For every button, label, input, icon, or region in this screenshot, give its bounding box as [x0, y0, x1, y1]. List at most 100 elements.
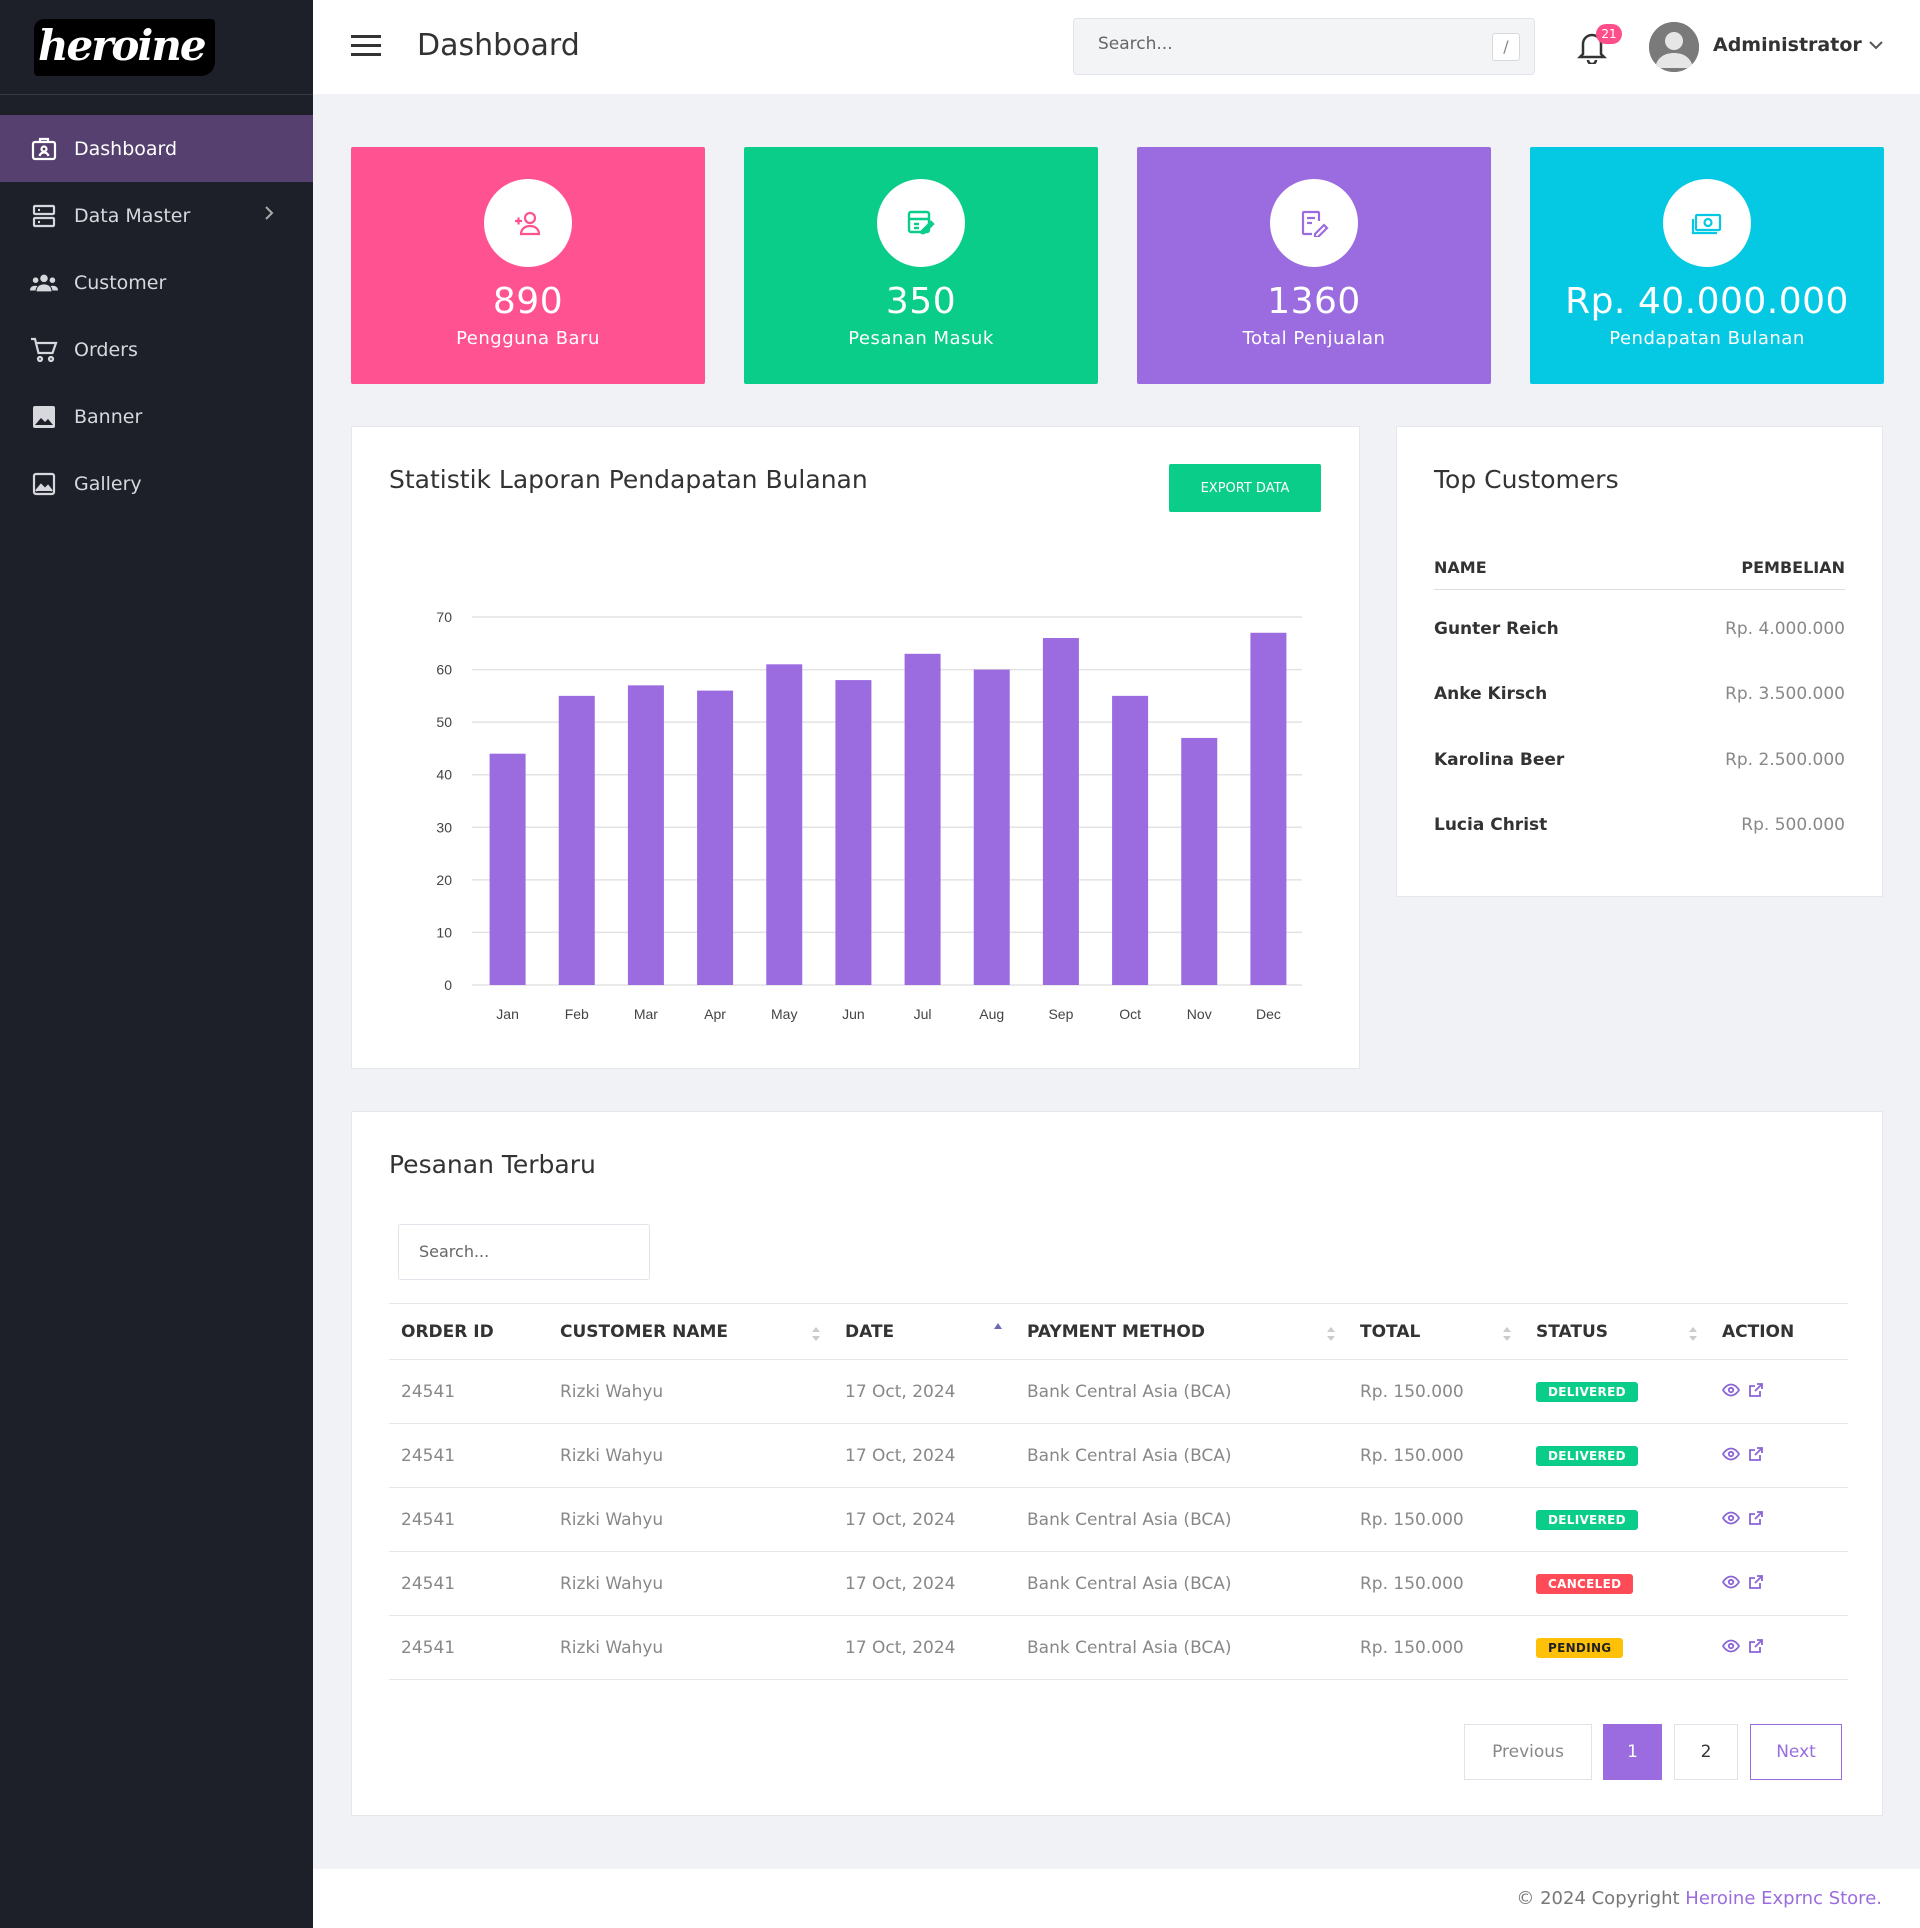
bar-may[interactable]	[766, 664, 803, 985]
logo[interactable]: heroine	[34, 18, 215, 76]
x-tick-label: Jul	[914, 1006, 932, 1022]
sidebar-item-data-master[interactable]: Data Master	[0, 182, 313, 249]
bar-aug[interactable]	[973, 669, 1010, 985]
order-total: Rp. 150.000	[1348, 1359, 1524, 1424]
x-tick-label: Mar	[634, 1006, 658, 1022]
action-cell	[1710, 1615, 1848, 1680]
user-name[interactable]: Administrator	[1713, 34, 1862, 56]
order-id: 24541	[389, 1359, 548, 1424]
footer-copyright: © 2024 Copyright Heroine Exprnc Store.	[1516, 1888, 1882, 1909]
customer-name: Rizki Wahyu	[548, 1359, 833, 1424]
order-date: 17 Oct, 2024	[833, 1423, 1015, 1488]
search-input[interactable]	[1098, 34, 1478, 54]
sidebar-item-banner[interactable]: Banner	[0, 383, 313, 450]
orders-table: ORDER ID CUSTOMER NAME DATE PAYMENT METH…	[389, 1303, 1848, 1680]
order-id: 24541	[389, 1423, 548, 1488]
table-row: 24541 Rizki Wahyu 17 Oct, 2024 Bank Central…	[389, 1487, 1848, 1552]
th-status[interactable]: STATUS	[1524, 1303, 1710, 1360]
chevron-down-icon[interactable]	[1868, 36, 1884, 55]
chevron-right-icon	[263, 204, 275, 227]
bar-dec[interactable]	[1250, 632, 1287, 985]
footer: © 2024 Copyright Heroine Exprnc Store.	[313, 1869, 1920, 1928]
stat-value: 1360	[1267, 281, 1361, 322]
customer-name: Anke Kirsch	[1434, 684, 1548, 704]
customer-row: Karolina Beer Rp. 2.500.000	[1434, 750, 1845, 780]
sort-icon[interactable]	[1326, 1326, 1336, 1342]
y-tick-label: 30	[436, 819, 452, 835]
export-data-button[interactable]: EXPORT DATA	[1169, 464, 1321, 512]
x-tick-label: Oct	[1119, 1006, 1141, 1022]
hamburger-menu-icon[interactable]	[351, 34, 381, 58]
orders-search	[398, 1224, 650, 1280]
sidebar-item-customer[interactable]: Customer	[0, 249, 313, 316]
bar-jan[interactable]	[489, 753, 526, 985]
y-tick-label: 60	[436, 662, 452, 678]
sidebar-item-gallery[interactable]: Gallery	[0, 450, 313, 517]
order-total: Rp. 150.000	[1348, 1487, 1524, 1552]
external-link-icon[interactable]	[1748, 1446, 1764, 1462]
order-date: 17 Oct, 2024	[833, 1487, 1015, 1552]
sidebar-item-dashboard[interactable]: Dashboard	[0, 115, 313, 182]
status-cell: CANCELED	[1524, 1551, 1710, 1616]
eye-icon[interactable]	[1722, 1511, 1740, 1525]
eye-icon[interactable]	[1722, 1447, 1740, 1461]
orders-search-input[interactable]	[419, 1242, 639, 1261]
external-link-icon[interactable]	[1748, 1638, 1764, 1654]
th-customer-name[interactable]: CUSTOMER NAME	[548, 1303, 833, 1360]
copyright-text: © 2024 Copyright	[1516, 1888, 1686, 1909]
x-tick-label: Nov	[1187, 1006, 1212, 1022]
x-tick-label: Aug	[979, 1006, 1004, 1022]
y-tick-label: 10	[436, 924, 452, 940]
footer-brand-link[interactable]: Heroine Exprnc Store.	[1685, 1888, 1882, 1909]
bar-oct[interactable]	[1112, 695, 1149, 985]
customer-name: Lucia Christ	[1434, 815, 1548, 835]
x-tick-label: Apr	[704, 1006, 726, 1022]
sidebar-nav: Dashboard Data Master Customer Orders Ba…	[0, 115, 313, 517]
order-id: 24541	[389, 1615, 548, 1680]
th-date[interactable]: DATE	[833, 1303, 1015, 1360]
eye-icon[interactable]	[1722, 1575, 1740, 1589]
x-tick-label: Sep	[1048, 1006, 1073, 1022]
customer-name: Karolina Beer	[1434, 750, 1565, 770]
customer-purchase: Rp. 3.500.000	[1725, 684, 1845, 704]
sort-asc-icon[interactable]	[993, 1322, 1003, 1338]
pagination-previous[interactable]: Previous	[1464, 1724, 1592, 1780]
status-badge: CANCELED	[1536, 1574, 1634, 1594]
bar-jul[interactable]	[904, 653, 941, 985]
top-customers-title: Top Customers	[1434, 465, 1619, 494]
external-link-icon[interactable]	[1748, 1510, 1764, 1526]
bar-apr[interactable]	[697, 690, 734, 985]
bar-jun[interactable]	[835, 680, 872, 985]
bar-nov[interactable]	[1181, 737, 1218, 985]
action-cell	[1710, 1359, 1848, 1424]
customer-name: Gunter Reich	[1434, 619, 1559, 639]
status-cell: PENDING	[1524, 1615, 1710, 1680]
pagination-page-1[interactable]: 1	[1603, 1724, 1662, 1780]
bar-sep[interactable]	[1042, 638, 1079, 985]
chart-title: Statistik Laporan Pendapatan Bulanan	[389, 465, 868, 494]
th-order-id[interactable]: ORDER ID	[389, 1303, 548, 1360]
customer-name: Rizki Wahyu	[548, 1551, 833, 1616]
bar-feb[interactable]	[558, 695, 595, 985]
pagination-page-2[interactable]: 2	[1674, 1724, 1738, 1780]
sort-icon[interactable]	[1688, 1326, 1698, 1342]
stat-card-total-sales: 1360 Total Penjualan	[1137, 147, 1491, 384]
sidebar-item-label: Orders	[74, 338, 138, 361]
pagination-next[interactable]: Next	[1750, 1724, 1842, 1780]
gallery-icon	[30, 470, 58, 498]
avatar[interactable]	[1649, 22, 1699, 72]
payment-method: Bank Central Asia (BCA)	[1015, 1615, 1348, 1680]
eye-icon[interactable]	[1722, 1639, 1740, 1653]
col-purchase: PEMBELIAN	[1741, 558, 1845, 577]
th-payment-method[interactable]: PAYMENT METHOD	[1015, 1303, 1348, 1360]
sidebar-item-orders[interactable]: Orders	[0, 316, 313, 383]
th-total[interactable]: TOTAL	[1348, 1303, 1524, 1360]
eye-icon[interactable]	[1722, 1383, 1740, 1397]
top-customers-panel: Top Customers NAME PEMBELIAN Gunter Reic…	[1396, 426, 1883, 897]
sort-icon[interactable]	[811, 1326, 821, 1342]
sort-icon[interactable]	[1502, 1326, 1512, 1342]
stat-card-new-users: 890 Pengguna Baru	[351, 147, 705, 384]
external-link-icon[interactable]	[1748, 1574, 1764, 1590]
external-link-icon[interactable]	[1748, 1382, 1764, 1398]
bar-mar[interactable]	[627, 685, 664, 985]
